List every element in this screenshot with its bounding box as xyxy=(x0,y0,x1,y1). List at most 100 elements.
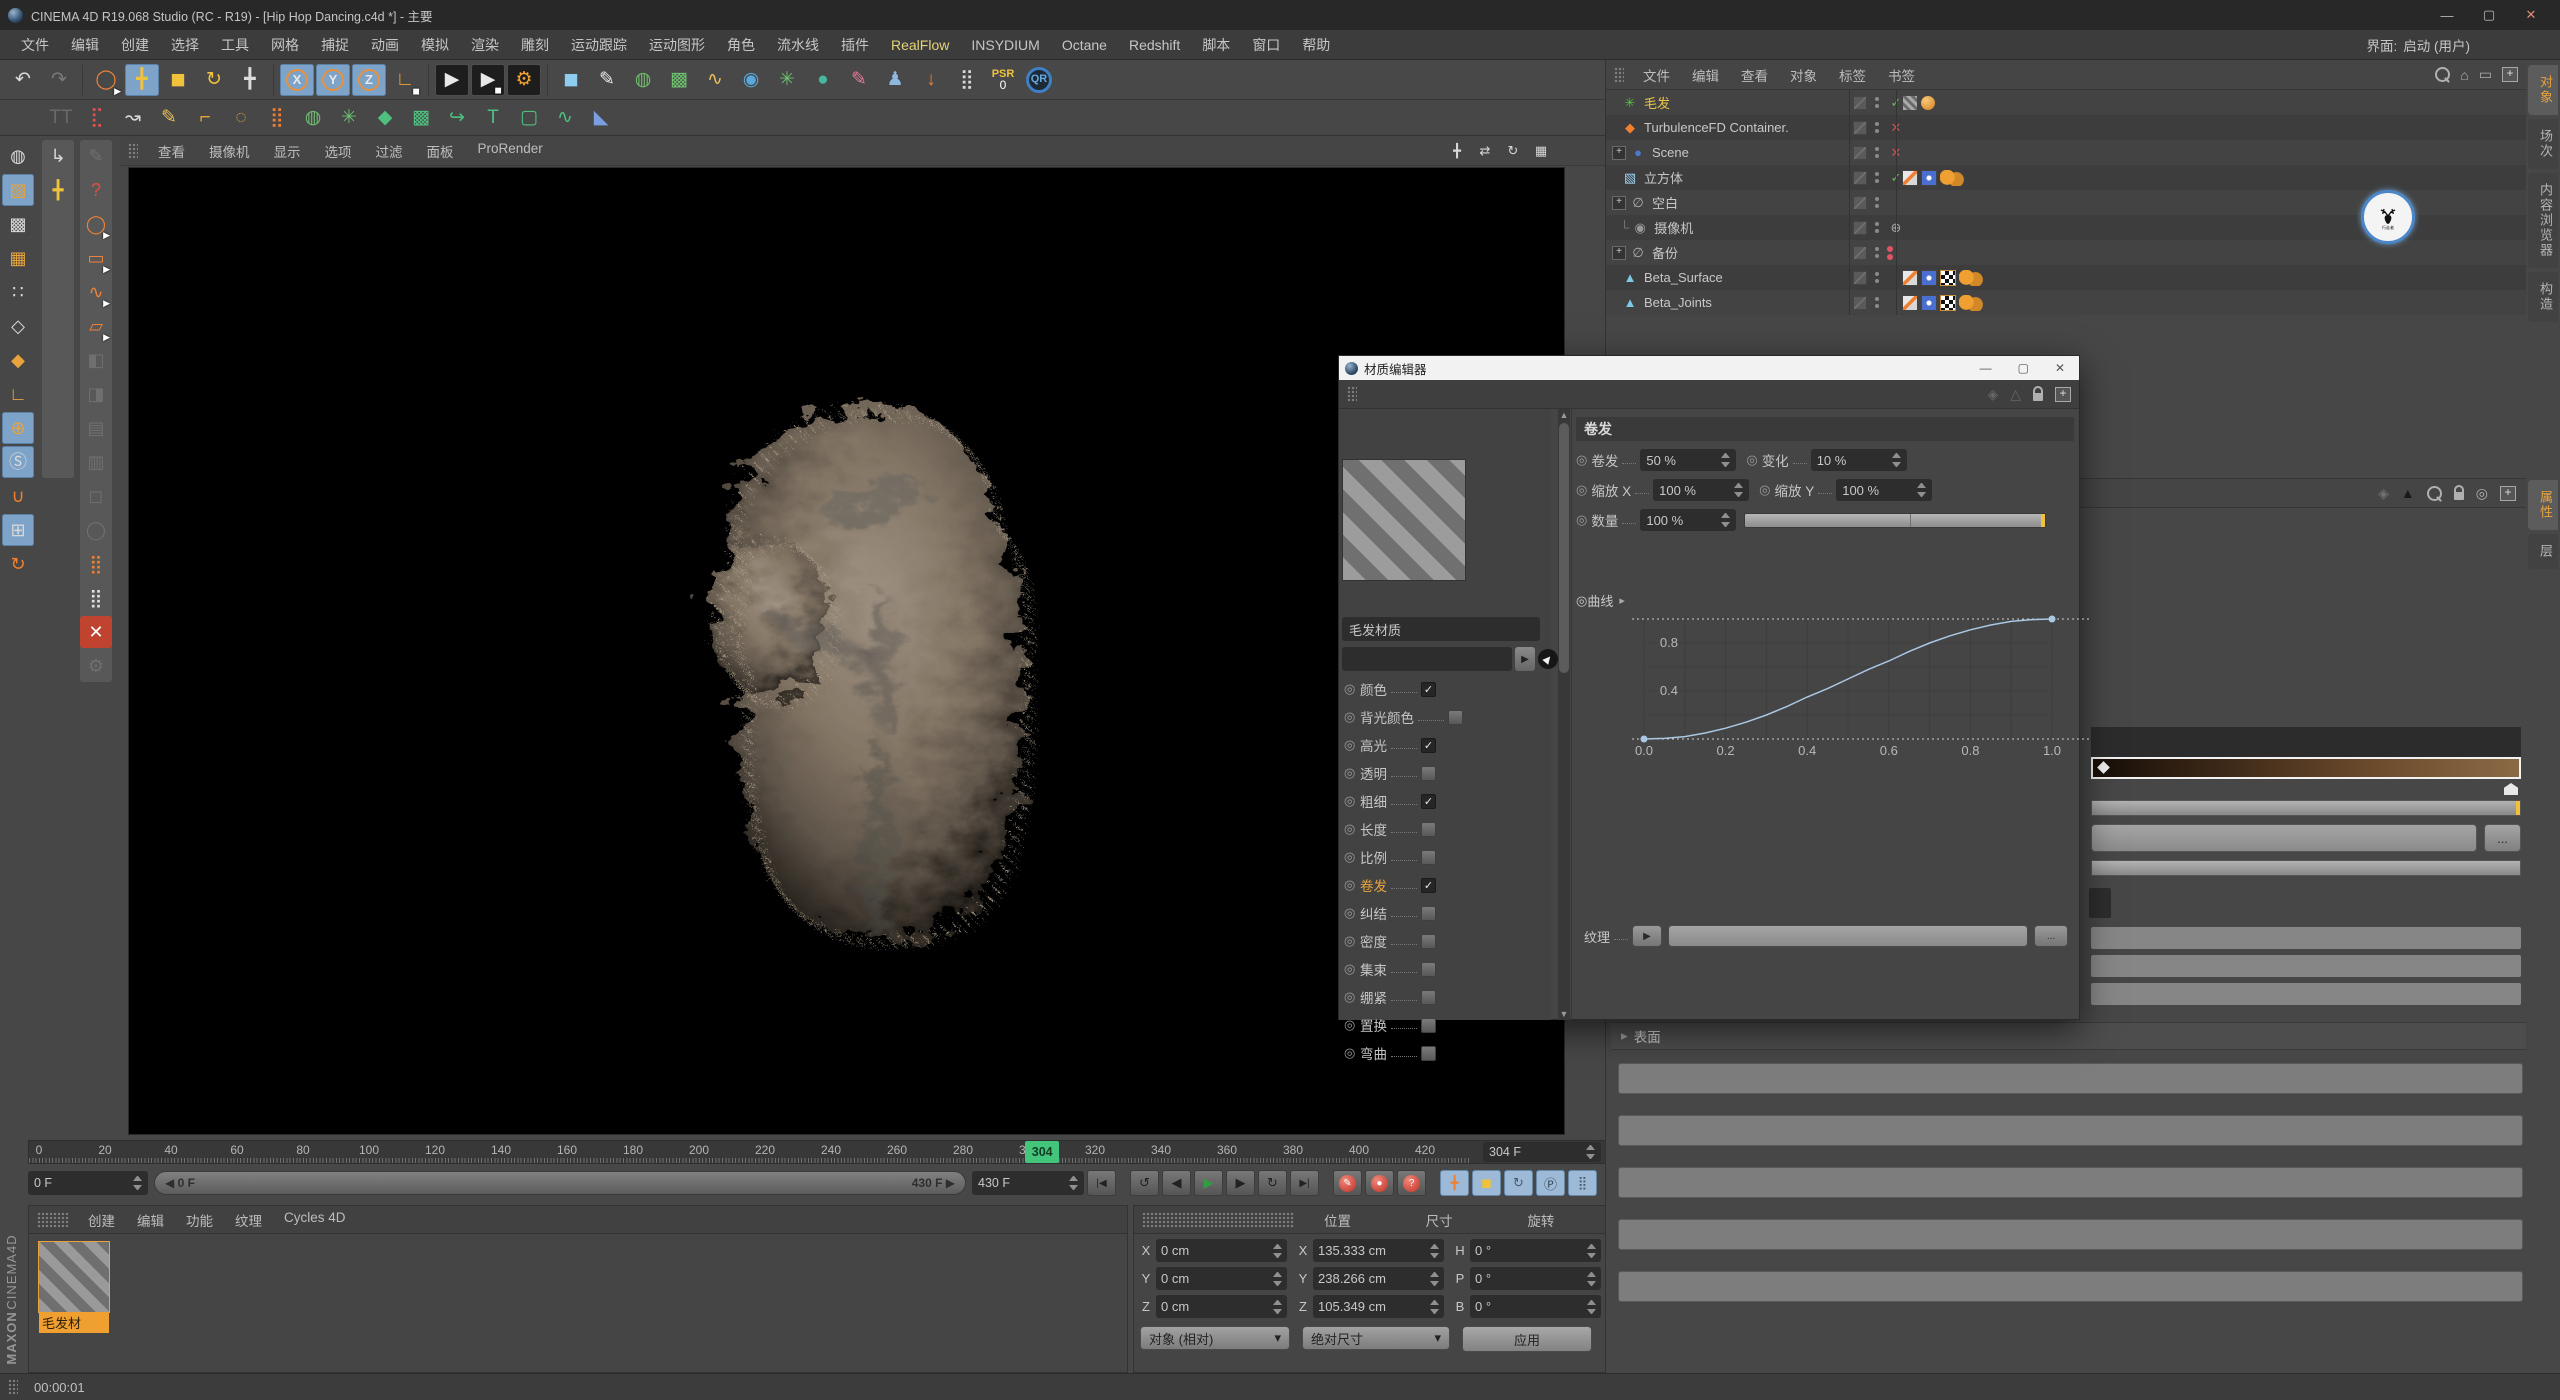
menu-item-prorender[interactable]: ProRender xyxy=(466,141,555,161)
wire-cube-icon[interactable]: ▩ xyxy=(404,102,438,134)
channel-checkbox[interactable] xyxy=(1421,990,1436,1005)
object-name[interactable]: 备份 xyxy=(1652,243,1678,262)
animation-dot-icon[interactable]: ◎ xyxy=(1344,793,1360,809)
frame-backward-button[interactable]: ◀ xyxy=(1162,1170,1191,1196)
object-row[interactable]: ▲Beta_Joints xyxy=(1606,290,2526,315)
fit-view-tool[interactable]: ✕ xyxy=(80,616,112,648)
preview-shape-input[interactable] xyxy=(1342,647,1512,671)
texture-mode[interactable]: ▩ xyxy=(2,208,34,240)
gradient-handle-icon[interactable] xyxy=(2504,783,2518,795)
material-thumbnail[interactable] xyxy=(39,1242,109,1312)
spinner-control[interactable] xyxy=(1917,483,1926,497)
size-field-Z[interactable]: 105.349 cm xyxy=(1313,1295,1444,1318)
workplane-lock[interactable]: ⊞ xyxy=(2,514,34,546)
menu-item-纹理[interactable]: 纹理 xyxy=(224,1210,273,1230)
animation-dot-icon[interactable]: ◎ xyxy=(1576,512,1587,528)
texture-path-field[interactable] xyxy=(1668,925,2028,947)
channel-row-置换[interactable]: ◎置换 xyxy=(1339,1011,1544,1039)
attribute-slider-2[interactable] xyxy=(2091,860,2521,876)
object-row[interactable]: ✳毛发✓ xyxy=(1606,90,2526,115)
dialog-add-icon[interactable]: + xyxy=(2055,387,2071,402)
visibility-dots[interactable] xyxy=(1873,272,1881,283)
node-material-icon[interactable]: ▶ xyxy=(1538,649,1558,669)
menu-item-选择[interactable]: 选择 xyxy=(160,35,210,55)
spinner-control[interactable] xyxy=(1273,1272,1282,1286)
animation-dot-icon[interactable]: ◎ xyxy=(1746,452,1757,468)
menu-item-编辑[interactable]: 编辑 xyxy=(126,1210,175,1230)
channel-checkbox[interactable]: ✓ xyxy=(1421,738,1436,753)
qr-button[interactable]: QR xyxy=(1022,64,1056,96)
animation-dot-icon[interactable]: ◎ xyxy=(1344,1017,1360,1033)
points-grid-white[interactable]: ⣿ xyxy=(80,582,112,614)
lock-z-axis[interactable]: Z xyxy=(352,64,386,96)
edges-mode[interactable]: ◇ xyxy=(2,310,34,342)
arc-edit-icon[interactable]: ↝ xyxy=(116,102,150,134)
animation-dot-icon[interactable]: ◎ xyxy=(1344,989,1360,1005)
channel-checkbox[interactable] xyxy=(1448,710,1463,725)
sphere-tool[interactable]: ◯ xyxy=(80,514,112,546)
object-row[interactable]: ◆TurbulenceFD Container.✕ xyxy=(1606,115,2526,140)
bevel-tool[interactable]: ▤ xyxy=(80,412,112,444)
channel-row-粗细[interactable]: ◎粗细✓ xyxy=(1339,787,1544,815)
param-field-缩放 Y[interactable]: 100 % xyxy=(1836,479,1932,501)
squiggle-spline-icon[interactable]: ∿ xyxy=(548,102,582,134)
visibility-dots[interactable] xyxy=(1873,247,1881,258)
expander-icon[interactable]: ▸ xyxy=(1621,1028,1628,1044)
channel-checkbox[interactable] xyxy=(1421,962,1436,977)
layer-box-icon[interactable] xyxy=(1853,246,1867,260)
menu-item-redshift[interactable]: Redshift xyxy=(1118,37,1191,53)
menu-item-创建[interactable]: 创建 xyxy=(110,35,160,55)
dialog-close-button[interactable]: ✕ xyxy=(2055,361,2065,375)
close-button[interactable]: ✕ xyxy=(2510,1,2552,29)
object-name[interactable]: Beta_Joints xyxy=(1644,295,1712,310)
fan-blue-icon[interactable]: ◣ xyxy=(584,102,618,134)
channel-row-颜色[interactable]: ◎颜色✓ xyxy=(1339,675,1544,703)
am-search-icon[interactable] xyxy=(2427,486,2442,501)
visibility-dots[interactable] xyxy=(1873,122,1881,133)
lasso-selection-tool[interactable]: ∿▶ xyxy=(80,276,112,308)
animation-dot-icon[interactable]: ◎ xyxy=(1344,877,1360,893)
expander-icon[interactable]: + xyxy=(1612,146,1626,160)
spinner-control[interactable] xyxy=(1273,1300,1282,1314)
spinner-control[interactable] xyxy=(1721,513,1730,527)
menu-item-运动图形[interactable]: 运动图形 xyxy=(638,35,716,55)
panel-drag-handle[interactable] xyxy=(1614,67,1624,83)
binding-tag-icon[interactable] xyxy=(1921,170,1937,186)
keyframe-help-button[interactable]: ? xyxy=(1397,1170,1426,1196)
crystal-icon[interactable]: ◆ xyxy=(368,102,402,134)
tab-构造[interactable]: 构造 xyxy=(2528,272,2558,322)
channel-row-卷发[interactable]: ◎卷发✓ xyxy=(1339,871,1544,899)
layer-box-icon[interactable] xyxy=(1853,121,1867,135)
attribute-bar-4[interactable] xyxy=(1618,1219,2523,1250)
spinner-control[interactable] xyxy=(1587,1272,1596,1286)
key-parameter-button[interactable]: Ⓟ xyxy=(1536,1170,1565,1196)
add-array-button[interactable]: ▩ xyxy=(662,64,696,96)
view-rotate-icon[interactable]: ↻ xyxy=(1501,140,1525,162)
channel-checkbox[interactable] xyxy=(1421,850,1436,865)
menu-item-编辑[interactable]: 编辑 xyxy=(60,35,110,55)
am-target-icon[interactable]: ◎ xyxy=(2476,485,2488,502)
frame-forward-button[interactable]: ▶ xyxy=(1226,1170,1255,1196)
autokey-button[interactable]: ● xyxy=(1365,1170,1394,1196)
expander-icon[interactable]: + xyxy=(1612,246,1626,260)
menu-item-雕刻[interactable]: 雕刻 xyxy=(510,35,560,55)
dialog-maximize-button[interactable]: ▢ xyxy=(2018,361,2029,375)
channel-checkbox[interactable] xyxy=(1421,906,1436,921)
panel-drag-handle[interactable] xyxy=(128,143,138,159)
viewport-filter-mode[interactable]: ⊕ xyxy=(2,412,34,444)
spinner-control[interactable] xyxy=(1430,1272,1439,1286)
object-row[interactable]: ▧立方体✓ xyxy=(1606,165,2526,190)
visibility-dots[interactable] xyxy=(1873,172,1881,183)
menu-item-流水线[interactable]: 流水线 xyxy=(766,35,830,55)
position-field-Z[interactable]: 0 cm xyxy=(1156,1295,1287,1318)
object-row[interactable]: +●Scene✕ xyxy=(1606,140,2526,165)
preview-shape-dropdown-button[interactable]: ▶ xyxy=(1515,647,1535,671)
size-mode-dropdown[interactable]: 绝对尺寸▾ xyxy=(1302,1326,1450,1350)
tab-对象[interactable]: 对象 xyxy=(2528,65,2558,115)
animation-dot-icon[interactable]: ◎ xyxy=(1576,452,1587,468)
menu-item-对象[interactable]: 对象 xyxy=(1779,65,1828,85)
attribute-texture-field[interactable] xyxy=(2091,824,2477,852)
move-palette-tool[interactable]: ╋ xyxy=(42,174,74,206)
render-view-button[interactable]: ▶ xyxy=(435,64,469,96)
workplane-rotate[interactable]: ↻ xyxy=(2,548,34,580)
